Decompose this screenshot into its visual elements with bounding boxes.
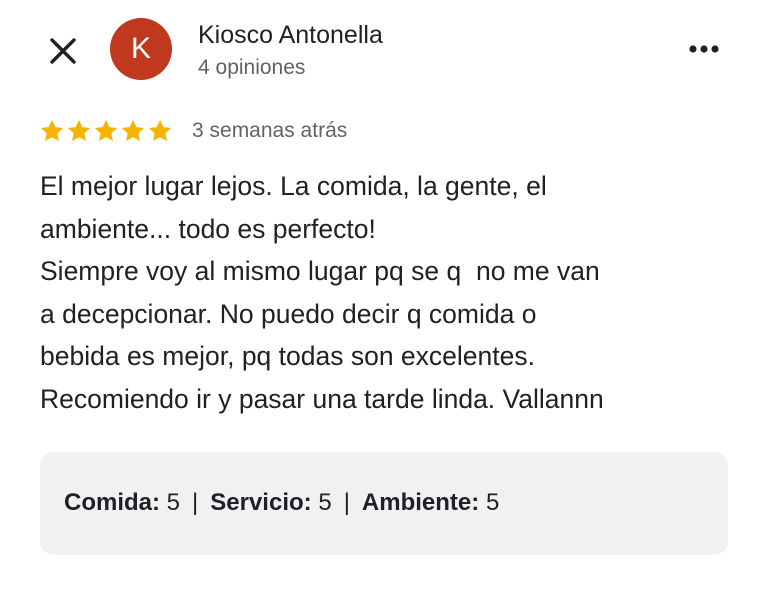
sub-rating-label-comida: Comida: xyxy=(64,489,160,516)
author-review-count: 4 opiniones xyxy=(198,56,306,79)
review-text: El mejor lugar lejos. La comida, la gent… xyxy=(40,165,740,420)
star-icon xyxy=(93,118,119,144)
review-date: 3 semanas atrás xyxy=(192,119,348,142)
review-text-line: Recomiendo ir y pasar una tarde linda. V… xyxy=(40,383,604,414)
review-text-line: ambiente... todo es perfecto! xyxy=(40,213,376,244)
star-icon xyxy=(39,118,65,144)
review-text-line: a decepcionar. No puedo decir q comida o xyxy=(40,298,537,329)
sub-rating-label-servicio: Servicio: xyxy=(210,489,312,516)
author-name[interactable]: Kiosco Antonella xyxy=(198,19,383,51)
review-text-line: El mejor lugar lejos. La comida, la gent… xyxy=(40,171,547,201)
more-options-button[interactable] xyxy=(682,34,726,64)
avatar[interactable]: K xyxy=(110,18,172,80)
sub-ratings-box: Comida: 5 | Servicio: 5 | Ambiente: 5 xyxy=(40,452,728,555)
sub-rating-separator: | xyxy=(343,489,350,516)
avatar-letter: K xyxy=(130,32,151,65)
sub-rating-value-ambiente: 5 xyxy=(485,489,500,516)
close-icon xyxy=(50,38,76,64)
sub-rating-value-comida: 5 xyxy=(166,489,181,516)
sub-rating-separator: | xyxy=(192,489,199,516)
review-text-line: Siempre voy al mismo lugar pq se q no me… xyxy=(40,256,600,286)
rating-row: 3 semanas atrás xyxy=(39,116,347,146)
close-button[interactable] xyxy=(44,32,82,70)
sub-rating-value-servicio: 5 xyxy=(318,489,332,516)
star-icon xyxy=(147,118,173,144)
review-text-line: bebida es mejor, pq todas son excelentes… xyxy=(40,341,535,371)
more-horizontal-icon xyxy=(689,45,719,53)
sub-ratings-line: Comida: 5 | Servicio: 5 | Ambiente: 5 xyxy=(64,487,499,519)
star-rating xyxy=(39,118,174,144)
sub-rating-label-ambiente: Ambiente: xyxy=(361,489,480,516)
star-icon xyxy=(120,118,146,144)
star-icon xyxy=(66,118,92,144)
